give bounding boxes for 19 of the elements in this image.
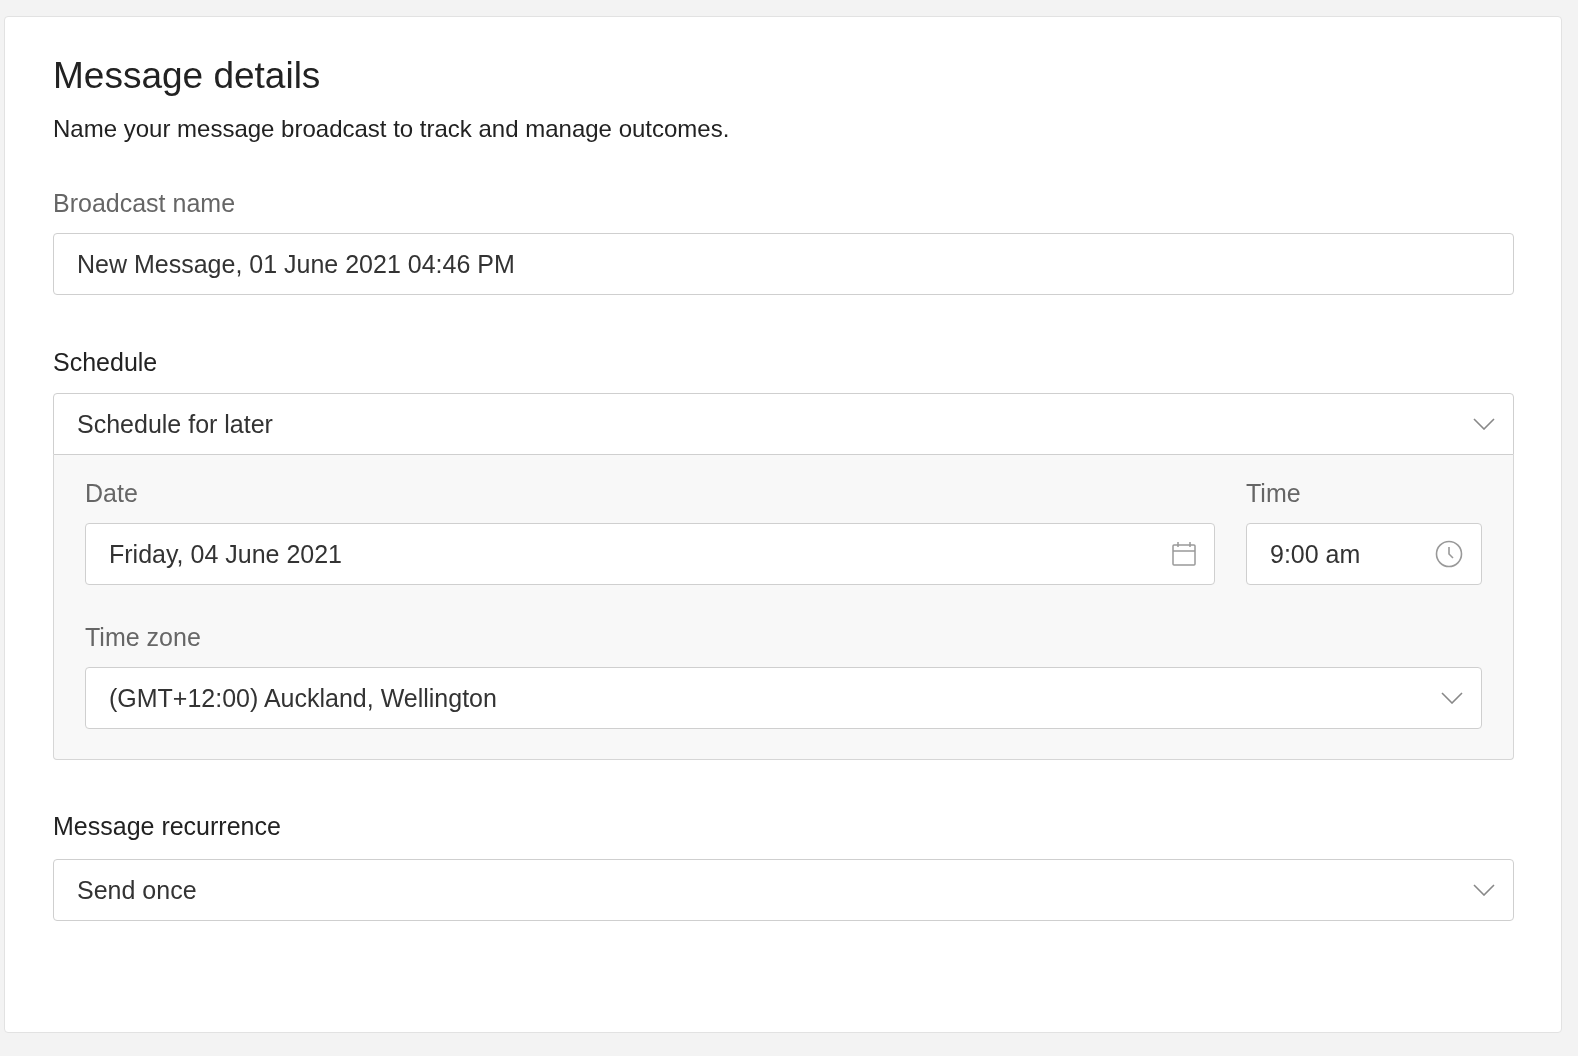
date-field[interactable]: Friday, 04 June 2021 (85, 523, 1215, 585)
field-label: Broadcast name (53, 188, 236, 219)
card-title: Message details (53, 54, 322, 98)
card-description: Name your message broadcast to track and manage outcomes. (53, 114, 731, 144)
time-zone-select[interactable]: (GMT+12:00) Auckland, Wellington (85, 667, 1482, 729)
broadcast-name-field[interactable]: New Message, 01 June 2021 04:46 PM (53, 233, 1514, 295)
field-label: Schedule (53, 347, 158, 378)
chevron-down-icon (1441, 692, 1463, 704)
field-label: Date (85, 478, 138, 509)
chevron-down-icon (1473, 884, 1495, 896)
time-field[interactable]: 9:00 am (1246, 523, 1482, 585)
recurrence-select[interactable]: Send once (53, 859, 1514, 921)
schedule-select[interactable]: Schedule for later (53, 393, 1514, 455)
field-label: Time (1246, 478, 1301, 509)
calendar-icon (1172, 542, 1196, 566)
field-label: Time zone (85, 622, 201, 653)
clock-icon (1435, 540, 1463, 568)
chevron-down-icon (1473, 418, 1495, 430)
field-label: Message recurrence (53, 811, 281, 842)
